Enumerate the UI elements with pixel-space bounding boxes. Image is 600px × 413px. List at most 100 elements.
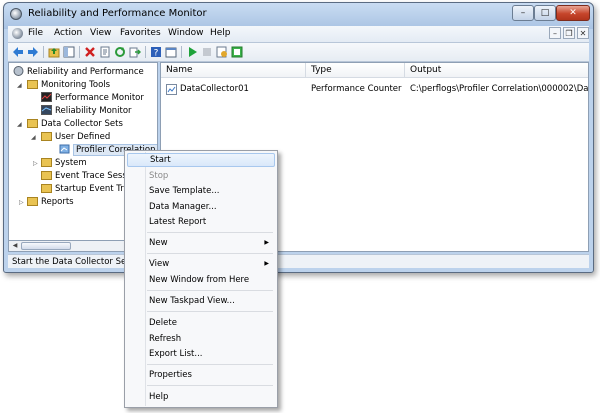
menu-help[interactable]: Help	[210, 28, 231, 38]
new-window-icon[interactable]	[165, 46, 177, 58]
toolbar-separator	[43, 46, 44, 58]
tree-item-label: Reliability Monitor	[55, 106, 132, 116]
latest-report-icon[interactable]	[216, 46, 228, 58]
mdi-restore-button[interactable]: ❐	[563, 27, 575, 39]
system-menu-icon[interactable]	[12, 28, 23, 39]
tree-item-label: System	[55, 158, 87, 168]
menu-separator	[147, 232, 273, 233]
mdi-minimize-button[interactable]: –	[549, 27, 561, 39]
properties-icon[interactable]	[99, 46, 111, 58]
status-bar: Start the Data Collector Set.	[8, 254, 589, 268]
data-manager-icon[interactable]	[231, 46, 243, 58]
start-icon[interactable]	[186, 46, 198, 58]
tree-item-reliability-monitor[interactable]: Reliability Monitor	[41, 105, 132, 118]
forward-arrow-icon[interactable]	[27, 46, 39, 58]
refresh-icon[interactable]	[114, 46, 126, 58]
menu-separator	[147, 253, 273, 254]
tree-item-label: Data Collector Sets	[41, 119, 123, 129]
chart-icon	[41, 105, 52, 115]
folder-icon	[27, 197, 38, 206]
tree-item-monitoring-tools[interactable]: Monitoring Tools	[27, 79, 110, 92]
maximize-button[interactable]: □	[534, 5, 556, 21]
column-header-name[interactable]: Name	[161, 63, 306, 78]
main-window: Reliability and Performance Monitor – □ …	[3, 2, 594, 273]
context-item-label: Refresh	[149, 334, 182, 344]
tree-item-reliability-and-performance[interactable]: Reliability and Performance	[13, 66, 144, 79]
title-bar[interactable]: Reliability and Performance Monitor – □ …	[4, 3, 593, 26]
context-item-stop[interactable]: Stop	[127, 169, 275, 183]
window-title: Reliability and Performance Monitor	[28, 8, 207, 19]
context-item-label: New Window from Here	[149, 275, 250, 285]
menu-separator	[147, 311, 273, 312]
collapse-triangle-icon[interactable]: ◢	[17, 79, 22, 92]
folder-icon	[41, 184, 52, 193]
folder-icon	[27, 80, 38, 89]
scroll-thumb[interactable]	[21, 242, 71, 250]
tree-item-user-defined[interactable]: User Defined	[41, 131, 110, 144]
context-item-label: Data Manager...	[149, 202, 217, 212]
chart-icon	[41, 92, 52, 102]
collapse-triangle-icon[interactable]: ◢	[31, 131, 36, 144]
mdi-close-button[interactable]: ✕	[577, 27, 589, 39]
context-item-new-taskpad-view[interactable]: New Taskpad View...	[127, 294, 275, 308]
row-name: DataCollector01	[180, 84, 249, 94]
toolbar-separator	[145, 46, 146, 58]
context-item-save-template[interactable]: Save Template...	[127, 184, 275, 198]
menu-separator	[147, 364, 273, 365]
toolbar-separator	[79, 46, 80, 58]
folder-icon	[41, 132, 52, 141]
menu-separator	[147, 290, 273, 291]
collapse-triangle-icon[interactable]: ◢	[17, 118, 22, 131]
column-header-type[interactable]: Type	[306, 63, 405, 78]
menu-window[interactable]: Window	[168, 28, 204, 38]
context-item-label: Latest Report	[149, 217, 207, 227]
context-item-data-manager[interactable]: Data Manager...	[127, 200, 275, 214]
close-button[interactable]: ✕	[556, 5, 590, 21]
show-hide-console-tree-icon[interactable]	[63, 46, 75, 58]
context-item-label: Help	[149, 392, 169, 402]
context-item-export-list[interactable]: Export List...	[127, 347, 275, 361]
up-folder-icon[interactable]	[48, 46, 60, 58]
scroll-left-icon[interactable]: ◀	[10, 241, 20, 251]
folder-icon	[41, 171, 52, 180]
context-item-label: New	[149, 238, 168, 248]
context-item-label: Properties	[149, 370, 192, 380]
tree-item-reports[interactable]: Reports	[27, 196, 74, 209]
expand-triangle-icon[interactable]: ▷	[19, 196, 24, 209]
menu-file[interactable]: File	[28, 28, 43, 38]
context-item-delete[interactable]: Delete	[127, 316, 275, 330]
context-item-help[interactable]: Help	[127, 390, 275, 404]
menu-view[interactable]: View	[90, 28, 111, 38]
context-item-label: Delete	[149, 318, 177, 328]
context-item-refresh[interactable]: Refresh	[127, 332, 275, 346]
app-monitor-icon[interactable]	[10, 8, 22, 20]
expand-triangle-icon[interactable]: ▷	[33, 157, 38, 170]
menu-action[interactable]: Action	[54, 28, 82, 38]
toolbar-separator	[181, 46, 182, 58]
help-icon[interactable]: ?	[150, 46, 162, 58]
tree-item-data-collector-sets[interactable]: Data Collector Sets	[27, 118, 123, 131]
tree-item-system[interactable]: System	[41, 157, 87, 170]
context-item-view[interactable]: View ▶	[127, 257, 275, 271]
tree-item-label: Reliability and Performance	[27, 67, 144, 77]
stop-icon[interactable]	[201, 46, 213, 58]
delete-icon[interactable]	[84, 46, 96, 58]
export-list-icon[interactable]	[129, 46, 141, 58]
back-arrow-icon[interactable]	[12, 46, 24, 58]
context-item-label: Start	[150, 155, 171, 165]
minimize-button[interactable]: –	[512, 5, 534, 21]
context-item-new[interactable]: New ▶	[127, 236, 275, 250]
context-item-label: Stop	[149, 171, 169, 181]
data-collector-icon	[166, 84, 177, 95]
submenu-arrow-icon: ▶	[264, 260, 269, 267]
tree-item-performance-monitor[interactable]: Performance Monitor	[41, 92, 144, 105]
context-item-new-window-from-here[interactable]: New Window from Here	[127, 273, 275, 287]
toolbar: ?	[8, 43, 589, 62]
context-item-label: New Taskpad View...	[149, 296, 235, 306]
context-item-latest-report[interactable]: Latest Report	[127, 215, 275, 229]
context-item-properties[interactable]: Properties	[127, 368, 275, 382]
column-header-output[interactable]: Output	[405, 63, 588, 78]
monitor-icon	[13, 66, 24, 76]
context-item-start[interactable]: Start	[127, 153, 275, 167]
menu-favorites[interactable]: Favorites	[120, 28, 161, 38]
